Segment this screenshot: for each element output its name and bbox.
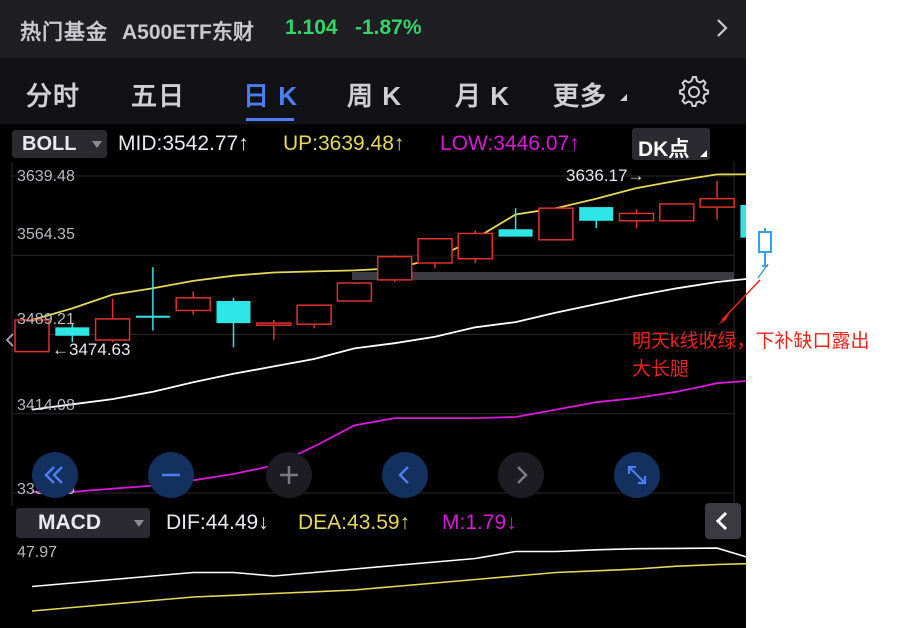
tab-more[interactable]: 更多 [553,76,607,113]
candle-body-down [498,229,533,237]
fund-change-pct: -1.87% [355,16,422,39]
red-arrow-line [721,279,761,321]
candle-body-down [135,315,170,318]
tab-intraday[interactable]: 分时 [26,76,80,113]
macd-dea-line [31,562,746,612]
tab-monthly-k[interactable]: 月 K [455,76,510,113]
red-arrow-head [718,312,730,325]
fund-category: 热门基金 [20,21,108,44]
chevron-right-icon[interactable] [710,12,734,44]
fullscreen-button[interactable] [614,452,660,498]
fund-price: 1.104 [285,16,338,39]
boll-up-line [31,173,746,321]
macd-indicator-selector[interactable]: MACD [16,508,150,538]
period-tabs: 分时 五日 日 K 周 K 月 K 更多 [0,58,746,124]
candle-body-up [618,212,655,222]
dk-dropdown-icon [700,150,707,157]
candle-body-up [538,207,574,241]
fast-rewind-button[interactable] [32,452,78,498]
macd-m-value: M:1.79↓ [442,511,517,534]
zoom-out-icon [162,473,180,477]
macd-lines [31,547,746,612]
boll-low-value: LOW:3446.07↑ [440,132,580,155]
fast-rewind-icon [44,466,63,484]
macd-selector-label: MACD [38,511,101,534]
candle-body-up [417,237,453,264]
chevron-down-icon [134,520,144,527]
y-tick-label: 3639.48 [17,168,75,185]
chevron-left-icon [715,511,728,531]
note-line-2: 大长腿 [632,359,690,380]
candle-body-up [256,322,292,326]
candle-body-up [659,203,695,222]
y-tick-label: 3489.21 [17,311,75,328]
step-right-button[interactable] [498,452,544,498]
high-price-marker: 3636.17→ [566,166,645,185]
app-window: 热门基金 A500ETF东财 1.104 -1.87% 分时 五日 日 K 周 … [0,0,746,628]
more-dropdown-icon[interactable] [620,94,627,101]
tab-five-day[interactable]: 五日 [131,76,185,113]
candle-body-up [296,304,332,325]
annotation-arrow [718,228,772,325]
gear-icon[interactable] [676,74,710,108]
candle-body-up [175,297,211,312]
candle-body-up [457,232,494,260]
macd-dea-value: DEA:43.59↑ [298,511,411,534]
zoom-in-button[interactable] [266,452,312,498]
y-tick-label: 3564.35 [17,226,75,243]
collapse-panel-button[interactable] [705,503,741,539]
boll-up-value: UP:3639.48↑ [283,132,405,155]
candle-body-down [579,207,614,221]
y-tick-label: 3414.08 [17,397,75,414]
step-left-icon [398,466,409,484]
candle-body-down [216,300,251,324]
boll-indicator-selector[interactable]: BOLL [12,130,107,158]
fund-header: 热门基金 A500ETF东财 1.104 -1.87% [0,0,746,58]
boll-mid-value: MID:3542.77↑ [118,132,249,155]
scroll-left-icon[interactable] [4,330,16,350]
chevron-down-icon [92,141,102,148]
macd-chart[interactable] [0,540,746,628]
zoom-in-icon [280,466,298,484]
active-tab-indicator [246,118,294,121]
zoom-out-button[interactable] [148,452,194,498]
candle-body-up [336,282,373,302]
boll-selector-label: BOLL [22,133,77,155]
fullscreen-icon [627,465,647,485]
candle-body-up [94,318,131,341]
step-left-button[interactable] [382,452,428,498]
dk-point-label: DK点 [638,138,690,161]
macd-dif-value: DIF:44.49↓ [166,511,269,534]
tab-daily-k[interactable]: 日 K [243,76,298,113]
tab-weekly-k[interactable]: 周 K [347,76,402,113]
fund-code: A500ETF东财 [122,21,254,44]
green-candle-sketch [758,231,772,253]
candle-body-up [699,197,735,208]
low-price-marker: ←3474.63 [52,340,131,359]
candle-body-up [376,255,413,281]
macd-dif-line [31,547,746,588]
dk-point-button[interactable]: DK点 [632,128,710,161]
step-right-icon [517,466,528,484]
note-line-1: 明天k线收绿，下补缺口露出 [632,331,870,352]
